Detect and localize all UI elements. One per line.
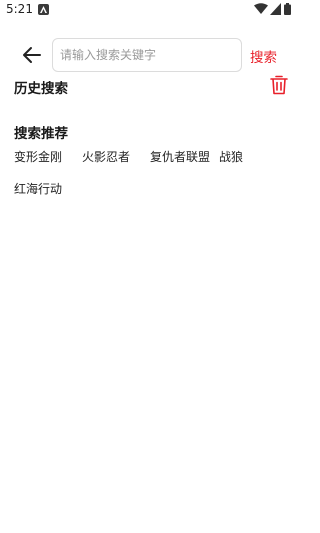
recommend-tag[interactable]: 战狼 <box>219 148 243 165</box>
clear-history-button[interactable] <box>270 75 288 95</box>
search-submit-button[interactable]: 搜索 <box>250 46 277 66</box>
recommend-tag[interactable]: 变形金刚 <box>14 148 62 165</box>
status-time: 5:21 <box>6 2 33 16</box>
recommend-tag[interactable]: 红海行动 <box>14 180 62 197</box>
battery-icon <box>284 3 291 15</box>
status-bar: 5:21 <box>0 0 300 22</box>
trash-icon <box>270 75 288 95</box>
search-input[interactable] <box>60 39 236 71</box>
back-button[interactable] <box>20 43 44 67</box>
search-box[interactable] <box>52 38 242 72</box>
recommend-section-title: 搜索推荐 <box>14 126 68 142</box>
app-notification-icon <box>38 4 49 15</box>
status-icons <box>254 3 294 17</box>
arrow-left-icon <box>23 47 41 63</box>
recommend-tag[interactable]: 复仇者联盟 <box>150 148 210 165</box>
history-section-title: 历史搜索 <box>14 81 68 97</box>
wifi-icon <box>254 3 268 14</box>
recommend-tag[interactable]: 火影忍者 <box>82 148 130 165</box>
cellular-signal-icon <box>270 3 281 15</box>
search-screen: 5:21 搜索 历史搜索 <box>0 0 300 533</box>
search-bar: 搜索 <box>0 37 300 73</box>
